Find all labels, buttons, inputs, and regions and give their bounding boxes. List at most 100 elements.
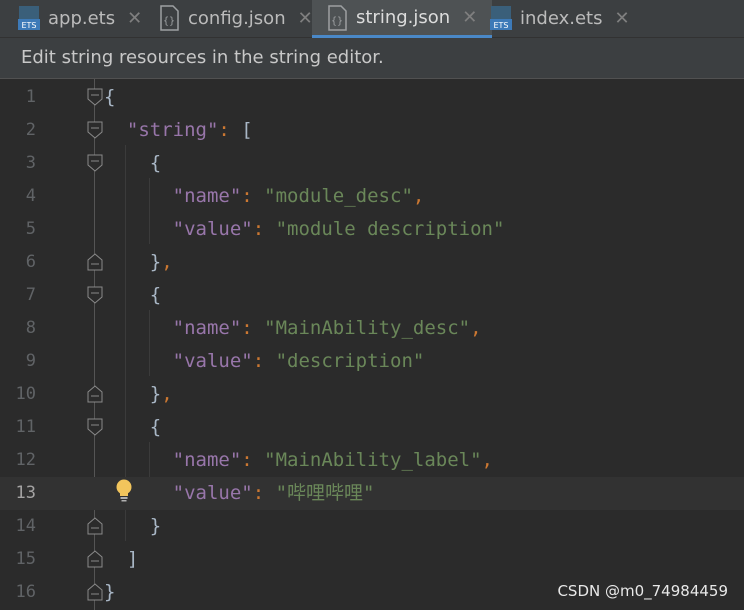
- json-string: "description": [275, 350, 425, 372]
- lightbulb-icon[interactable]: [114, 478, 134, 502]
- code-text: {: [104, 81, 115, 114]
- tab-string-json[interactable]: {} string.json ✕: [312, 0, 492, 38]
- fold-open-icon[interactable]: [87, 121, 103, 139]
- tab-label: app.ets: [48, 7, 116, 29]
- svg-text:ETS: ETS: [493, 21, 508, 30]
- code-text: "value": "description": [104, 345, 425, 378]
- json-key: "value": [172, 482, 253, 504]
- tab-app-ets[interactable]: ETS app.ets ✕: [18, 0, 142, 36]
- line-number: 8: [25, 318, 36, 338]
- code-text: {: [104, 279, 161, 312]
- code-text: {: [104, 411, 161, 444]
- brace: }: [149, 251, 162, 273]
- svg-text:{}: {}: [163, 16, 175, 27]
- json-string: "module description": [275, 218, 505, 240]
- code-text: ]: [104, 543, 138, 576]
- tab-label: string.json: [356, 7, 451, 28]
- fold-close-icon[interactable]: [87, 517, 103, 535]
- code-line: 3 {: [0, 147, 744, 180]
- editor-tab-bar: ETS app.ets ✕ {} config.json ✕ {} string…: [0, 0, 744, 38]
- line-number: 12: [15, 450, 36, 470]
- brace: }: [104, 581, 116, 603]
- fold-open-icon[interactable]: [87, 88, 103, 106]
- close-icon[interactable]: ✕: [127, 8, 142, 29]
- fold-close-icon[interactable]: [87, 583, 103, 601]
- close-icon[interactable]: ✕: [298, 8, 313, 29]
- json-key: "name": [172, 317, 242, 339]
- json-key: "name": [172, 185, 242, 207]
- tab-label: index.ets: [520, 7, 603, 29]
- code-line: 15 ]: [0, 543, 744, 576]
- code-line: 1 {: [0, 81, 744, 114]
- json-string: "module_desc": [264, 185, 413, 207]
- brace: {: [149, 416, 162, 438]
- tab-label: config.json: [188, 7, 286, 29]
- line-number: 3: [25, 153, 36, 173]
- code-line: 9 "value": "description": [0, 345, 744, 378]
- bracket: [: [241, 119, 253, 141]
- json-file-icon: {}: [158, 5, 180, 31]
- code-line: 11 {: [0, 411, 744, 444]
- colon: :: [241, 449, 265, 471]
- code-editor[interactable]: 1 { 2 "string": [ 3 { 4 "name": "module_…: [0, 79, 744, 610]
- json-string: "哔哩哔哩": [275, 482, 375, 504]
- json-key: "value": [172, 350, 253, 372]
- colon: :: [241, 317, 265, 339]
- comma: ,: [481, 449, 493, 471]
- colon: :: [252, 350, 276, 372]
- bracket: ]: [126, 548, 139, 570]
- fold-open-icon[interactable]: [87, 154, 103, 172]
- svg-text:{}: {}: [331, 16, 343, 27]
- code-text: }: [104, 510, 161, 543]
- code-text: }: [104, 576, 115, 609]
- tab-config-json[interactable]: {} config.json ✕: [158, 0, 313, 36]
- comma: ,: [412, 185, 425, 207]
- fold-close-icon[interactable]: [87, 550, 103, 568]
- json-key: "name": [172, 449, 242, 471]
- notice-text: Edit string resources in the string edit…: [21, 47, 384, 68]
- json-string: "MainAbility_desc": [264, 317, 471, 339]
- json-key: "string": [126, 119, 219, 141]
- colon: :: [218, 119, 242, 141]
- svg-text:ETS: ETS: [21, 21, 36, 30]
- code-line: 5 "value": "module description": [0, 213, 744, 246]
- code-line: 8 "name": "MainAbility_desc",: [0, 312, 744, 345]
- close-icon[interactable]: ✕: [614, 8, 629, 29]
- code-line: 2 "string": [: [0, 114, 744, 147]
- code-line: 4 "name": "module_desc",: [0, 180, 744, 213]
- comma: ,: [161, 251, 173, 273]
- tab-index-ets[interactable]: ETS index.ets ✕: [490, 0, 630, 36]
- code-line: 12 "name": "MainAbility_label",: [0, 444, 744, 477]
- colon: :: [241, 185, 265, 207]
- line-number: 2: [25, 120, 36, 140]
- code-line: 14 }: [0, 510, 744, 543]
- line-number: 9: [25, 351, 36, 371]
- fold-open-icon[interactable]: [87, 286, 103, 304]
- code-text: "name": "module_desc",: [104, 180, 425, 213]
- code-line: 7 {: [0, 279, 744, 312]
- fold-close-icon[interactable]: [87, 253, 103, 271]
- brace: }: [149, 515, 162, 537]
- brace: {: [149, 152, 162, 174]
- line-number: 6: [25, 252, 36, 272]
- line-number: 15: [15, 549, 36, 569]
- line-number: 4: [25, 186, 36, 206]
- line-number: 5: [25, 219, 36, 239]
- json-string: "MainAbility_label": [264, 449, 482, 471]
- fold-close-icon[interactable]: [87, 385, 103, 403]
- code-text: {: [104, 147, 161, 180]
- brace: {: [104, 86, 116, 108]
- line-number: 7: [25, 285, 36, 305]
- editor-notification-banner: Edit string resources in the string edit…: [0, 38, 744, 79]
- ets-file-icon: ETS: [490, 5, 512, 31]
- comma: ,: [161, 383, 173, 405]
- code-text: "value": "module description": [104, 213, 505, 246]
- json-file-icon: {}: [326, 4, 348, 31]
- line-number: 10: [15, 384, 36, 404]
- ets-file-icon: ETS: [18, 5, 40, 31]
- close-icon[interactable]: ✕: [462, 7, 477, 28]
- brace: {: [149, 284, 162, 306]
- fold-open-icon[interactable]: [87, 418, 103, 436]
- colon: :: [252, 482, 276, 504]
- line-number: 11: [15, 417, 36, 437]
